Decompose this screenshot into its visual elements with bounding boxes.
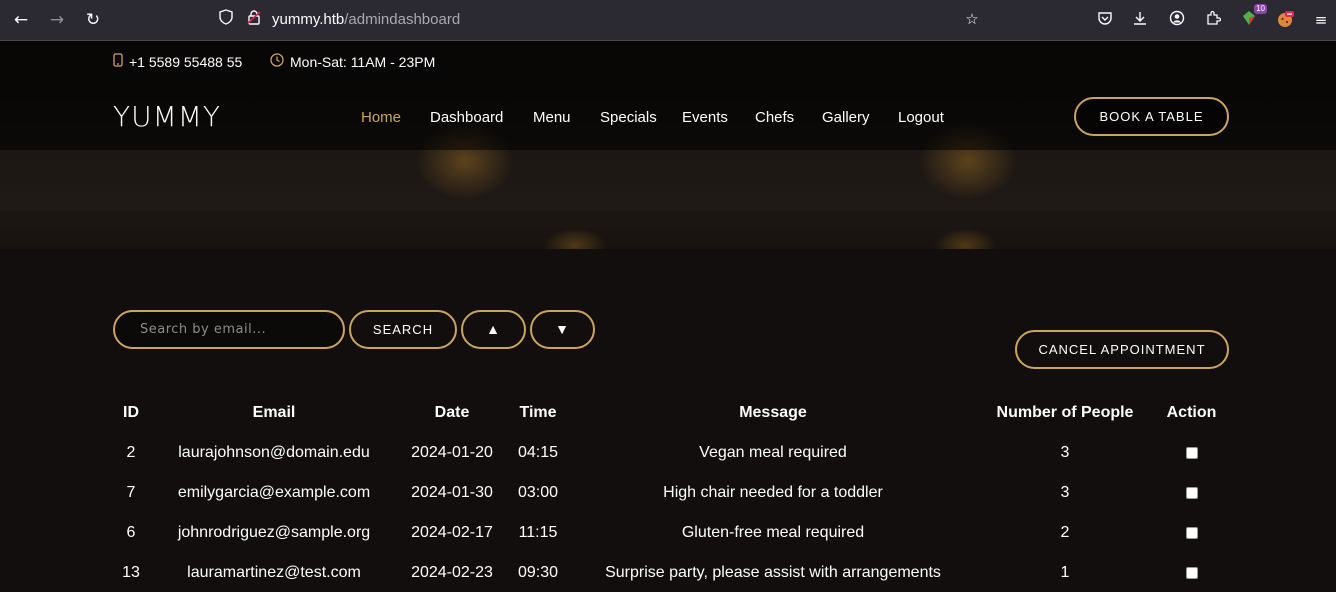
column-header-id: ID xyxy=(123,404,139,421)
cell-people: 1 xyxy=(1060,564,1070,581)
cell-date: 2024-01-20 xyxy=(411,444,493,461)
cell-people: 2 xyxy=(1060,524,1070,541)
hours-text: Mon-Sat: 11AM - 23PM xyxy=(290,54,436,70)
cookie-extension-icon[interactable] xyxy=(1275,10,1295,30)
back-icon[interactable]: ← xyxy=(11,10,31,30)
nav-events[interactable]: Events xyxy=(682,109,728,126)
cell-time: 03:00 xyxy=(517,484,559,501)
cell-action xyxy=(1155,473,1228,513)
sort-descending-button[interactable]: ▼ xyxy=(530,310,595,349)
cell-time: 09:30 xyxy=(517,564,559,581)
address-bar[interactable]: yummy.htb/admindashboard ☆ xyxy=(210,6,1000,35)
table-row: 13 lauramartinez@test.com 2024-02-23 09:… xyxy=(113,553,1228,592)
lock-insecure-icon[interactable] xyxy=(244,9,264,29)
site-logo[interactable]: YUMMY xyxy=(113,100,221,133)
clock-icon xyxy=(270,53,284,70)
search-button[interactable]: SEARCH xyxy=(349,310,457,349)
menu-hamburger-icon[interactable]: ≡ xyxy=(1311,10,1331,30)
cell-time: 04:15 xyxy=(517,444,559,461)
column-header-date: Date xyxy=(434,404,470,421)
phone-info: +1 5589 55488 55 xyxy=(113,53,242,70)
nav-home[interactable]: Home xyxy=(361,109,401,126)
cell-action xyxy=(1155,433,1228,473)
account-icon[interactable] xyxy=(1167,10,1187,30)
table-row: 6 johnrodriguez@sample.org 2024-02-17 11… xyxy=(113,513,1228,553)
site-header: YUMMY Home Dashboard Menu Specials Event… xyxy=(0,90,1336,150)
cell-email: johnrodriguez@sample.org xyxy=(177,524,371,541)
phone-icon xyxy=(113,53,123,70)
download-icon[interactable] xyxy=(1130,10,1150,30)
cell-id: 7 xyxy=(126,484,136,501)
extension-badge: 10 xyxy=(1254,4,1267,14)
forward-icon[interactable]: → xyxy=(47,10,67,30)
nav-dashboard[interactable]: Dashboard xyxy=(430,109,503,126)
cell-message: Gluten-free meal required xyxy=(681,524,865,541)
browser-toolbar: ← → ↻ yummy.htb/admindashboard ☆ 10 ≡ xyxy=(0,0,1336,41)
search-email-input[interactable]: Search by email... xyxy=(113,310,345,349)
column-header-people: Number of People xyxy=(996,404,1134,421)
contact-topbar: +1 5589 55488 55 Mon-Sat: 11AM - 23PM xyxy=(0,41,1336,90)
column-header-email: Email xyxy=(252,404,296,421)
bookmark-star-icon[interactable]: ☆ xyxy=(962,9,982,29)
cell-message: Vegan meal required xyxy=(699,444,847,461)
cell-message: High chair needed for a toddler xyxy=(663,484,883,501)
cancel-appointment-button[interactable]: CANCEL APPOINTMENT xyxy=(1015,330,1229,369)
row-select-checkbox[interactable] xyxy=(1185,446,1198,459)
reload-icon[interactable]: ↻ xyxy=(83,10,103,30)
pocket-icon[interactable] xyxy=(1095,10,1115,30)
nav-logout[interactable]: Logout xyxy=(898,109,944,126)
table-header-row: ID Email Date Time Message Number of Peo… xyxy=(113,393,1228,433)
cell-people: 3 xyxy=(1060,484,1070,501)
hero-overlay xyxy=(0,211,1336,249)
cell-message: Surprise party, please assist with arran… xyxy=(605,564,941,581)
cell-action xyxy=(1155,513,1228,553)
cell-id: 6 xyxy=(126,524,136,541)
appointments-table: ID Email Date Time Message Number of Peo… xyxy=(113,393,1228,592)
nav-chefs[interactable]: Chefs xyxy=(755,109,794,126)
column-header-message: Message xyxy=(739,404,807,421)
cell-id: 13 xyxy=(122,564,140,581)
cell-email: emilygarcia@example.com xyxy=(177,484,371,501)
nav-gallery[interactable]: Gallery xyxy=(822,109,870,126)
cell-date: 2024-01-30 xyxy=(411,484,493,501)
nav-specials[interactable]: Specials xyxy=(600,109,657,126)
cell-action xyxy=(1155,553,1228,592)
phone-text: +1 5589 55488 55 xyxy=(129,54,243,70)
sort-ascending-button[interactable]: ▲ xyxy=(461,310,526,349)
url-text: yummy.htb/admindashboard xyxy=(272,11,461,28)
cell-time: 11:15 xyxy=(518,524,558,541)
page: +1 5589 55488 55 Mon-Sat: 11AM - 23PM YU… xyxy=(0,41,1336,592)
row-select-checkbox[interactable] xyxy=(1185,526,1198,539)
table-row: 7 emilygarcia@example.com 2024-01-30 03:… xyxy=(113,473,1228,513)
cell-people: 3 xyxy=(1060,444,1070,461)
row-select-checkbox[interactable] xyxy=(1185,566,1198,579)
nav-menu[interactable]: Menu xyxy=(533,109,571,126)
cell-date: 2024-02-17 xyxy=(411,524,493,541)
row-select-checkbox[interactable] xyxy=(1185,486,1198,499)
book-table-button[interactable]: BOOK A TABLE xyxy=(1074,97,1229,136)
extension-addon-icon[interactable]: 10 xyxy=(1239,4,1267,30)
cell-email: lauramartinez@test.com xyxy=(187,564,361,581)
shield-icon[interactable] xyxy=(216,9,236,29)
extensions-icon[interactable] xyxy=(1203,10,1223,30)
column-header-time: Time xyxy=(519,404,557,421)
hours-info: Mon-Sat: 11AM - 23PM xyxy=(270,53,435,70)
table-row: 2 laurajohnson@domain.edu 2024-01-20 04:… xyxy=(113,433,1228,473)
cell-email: laurajohnson@domain.edu xyxy=(178,444,370,461)
cell-id: 2 xyxy=(126,444,136,461)
column-header-action: Action xyxy=(1166,404,1217,421)
cell-date: 2024-02-23 xyxy=(411,564,493,581)
